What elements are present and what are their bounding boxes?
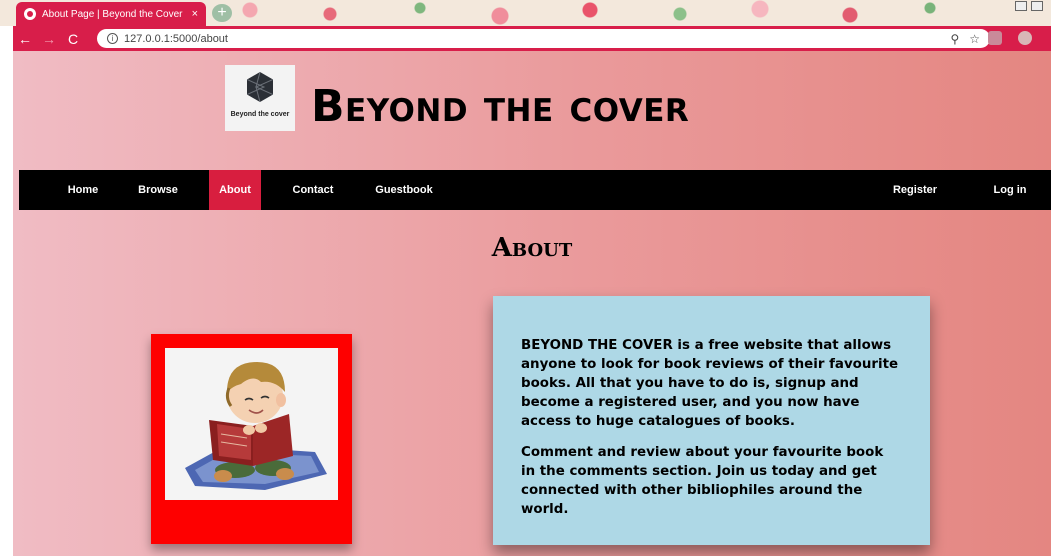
extension-icon[interactable]	[988, 31, 1002, 45]
back-button[interactable]: ←	[13, 31, 37, 47]
hexagon-logo-icon	[247, 72, 273, 102]
tab-title: About Page | Beyond the Cover	[42, 8, 183, 20]
page: Beyond the cover Beyond the cover Home B…	[13, 51, 1051, 556]
nav-contact[interactable]: Contact	[287, 170, 339, 210]
reload-button[interactable]: C	[61, 31, 85, 47]
minimize-icon[interactable]	[1015, 1, 1027, 11]
logo-text: Beyond the cover	[230, 111, 290, 118]
about-paragraph: Comment and review about your favourite …	[521, 445, 884, 517]
new-tab-button[interactable]: +	[212, 4, 232, 22]
globe-icon	[24, 8, 36, 20]
zoom-icon[interactable]: ⚲	[950, 32, 959, 46]
site-header: Beyond the cover Beyond the cover	[13, 51, 1051, 170]
about-card: BEYOND THE COVER is a free website that …	[493, 296, 930, 545]
info-icon[interactable]: i	[107, 33, 118, 44]
reading-boy-illustration	[165, 348, 338, 500]
nav-login[interactable]: Log in	[985, 170, 1035, 210]
site-logo[interactable]: Beyond the cover	[225, 65, 295, 131]
window-controls	[1015, 1, 1043, 11]
page-title: About	[491, 233, 573, 263]
nav-register[interactable]: Register	[885, 170, 945, 210]
browser-toolbar: ← → C i 127.0.0.1:5000/about ⚲ ☆	[13, 26, 1051, 51]
about-paragraph: BEYOND THE COVER is a free website that …	[521, 338, 899, 429]
forward-button[interactable]: →	[37, 31, 61, 47]
site-title: Beyond the cover	[311, 81, 690, 132]
nav-about[interactable]: About	[209, 170, 261, 210]
photo-frame	[151, 334, 352, 544]
reading-boy-icon	[185, 362, 327, 490]
main-nav: Home Browse About Contact Guestbook Regi…	[19, 170, 1051, 210]
address-bar[interactable]: i 127.0.0.1:5000/about ⚲ ☆	[97, 29, 990, 48]
nav-home[interactable]: Home	[61, 170, 105, 210]
maximize-icon[interactable]	[1031, 1, 1043, 11]
url-text[interactable]: 127.0.0.1:5000/about	[124, 33, 940, 45]
close-icon[interactable]: ×	[192, 8, 198, 20]
profile-avatar[interactable]	[1018, 31, 1032, 45]
browser-tabstrip: About Page | Beyond the Cover × +	[0, 0, 1051, 26]
browser-tab[interactable]: About Page | Beyond the Cover ×	[16, 2, 206, 26]
bookmark-star-icon[interactable]: ☆	[969, 32, 980, 46]
nav-guestbook[interactable]: Guestbook	[369, 170, 439, 210]
nav-browse[interactable]: Browse	[133, 170, 183, 210]
